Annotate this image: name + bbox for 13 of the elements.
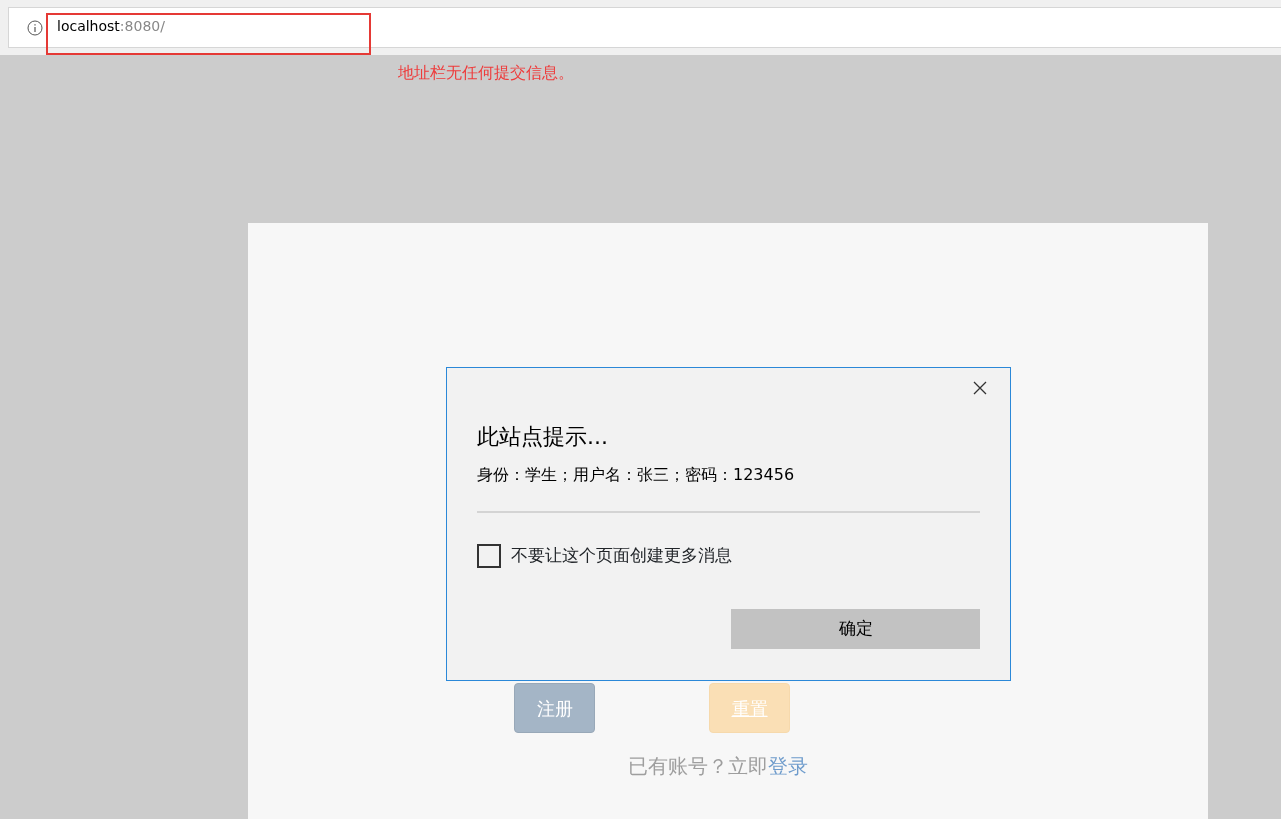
checkbox[interactable] xyxy=(477,543,501,568)
url-text: localhost:8080/ xyxy=(57,17,165,36)
login-link[interactable]: 登录 xyxy=(768,754,808,778)
dialog-message: 身份：学生；用户名：张三；密码：123456 xyxy=(477,464,796,486)
info-icon[interactable] xyxy=(27,20,43,36)
login-prompt: 已有账号？立即登录 xyxy=(628,754,808,778)
close-icon[interactable] xyxy=(972,380,988,396)
dialog-title: 此站点提示... xyxy=(477,423,609,451)
annotation-text: 地址栏无任何提交信息。 xyxy=(398,63,574,82)
register-button[interactable]: 注册 xyxy=(514,683,595,733)
checkbox-label: 不要让这个页面创建更多消息 xyxy=(511,544,732,567)
address-bar[interactable]: localhost:8080/ xyxy=(8,7,1281,48)
ok-button[interactable]: 确定 xyxy=(731,608,980,649)
